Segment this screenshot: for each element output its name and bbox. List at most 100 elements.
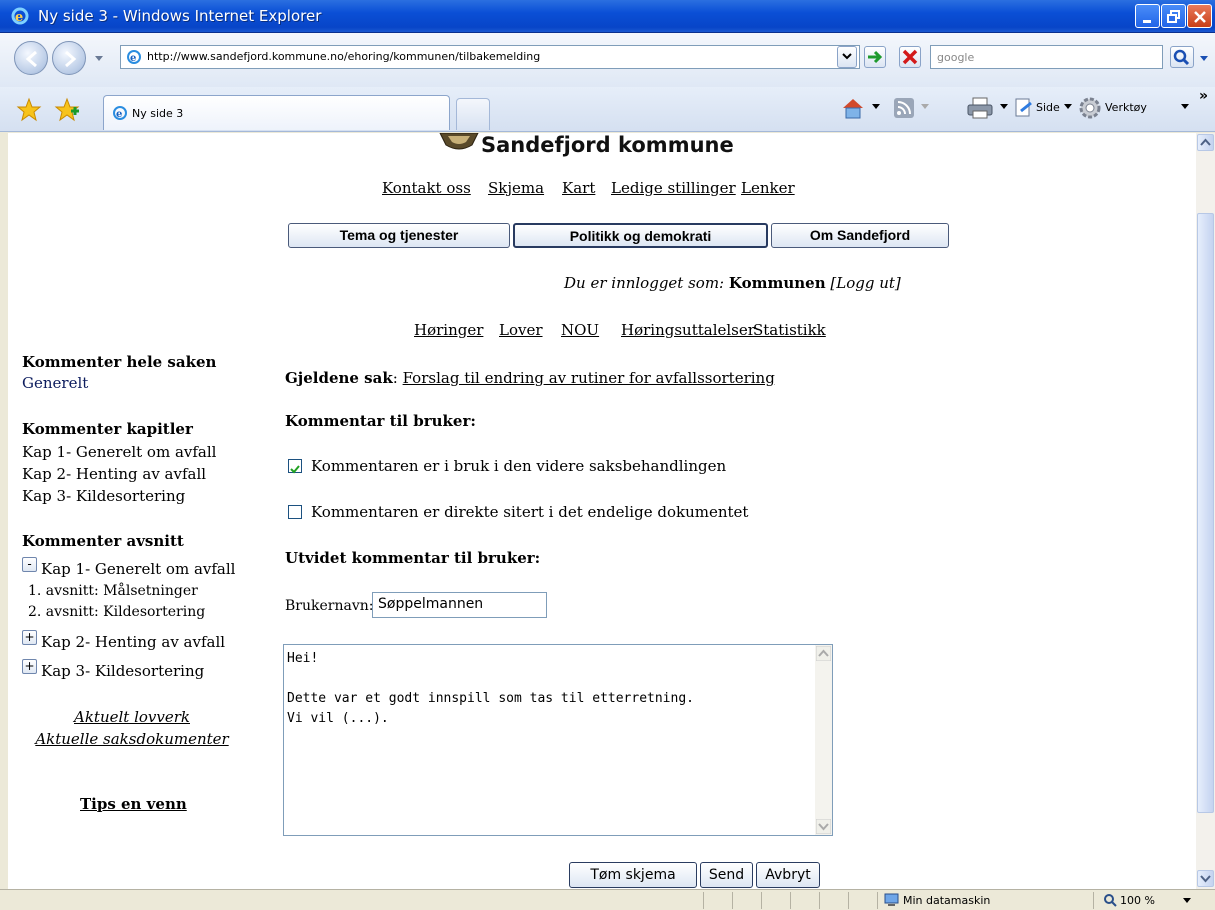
textarea-scrollbar[interactable] [815, 645, 832, 835]
clear-form-button[interactable]: Tøm skjema [569, 862, 697, 888]
page-menu-dropdown-icon[interactable] [1064, 104, 1072, 110]
status-divider [761, 892, 762, 909]
search-placeholder: google [937, 51, 975, 64]
tools-menu-label[interactable]: Verktøy [1105, 101, 1147, 114]
minimize-icon [1143, 20, 1151, 23]
arrow-left-icon [25, 50, 37, 68]
address-dropdown-button[interactable] [837, 46, 857, 68]
page-content: Sandefjord kommune Kontakt oss Skjema Ka… [8, 133, 1196, 889]
link-tips-en-venn[interactable]: Tips en venn [80, 795, 187, 813]
section-tree-kap2[interactable]: Kap 2- Henting av avfall [41, 633, 225, 651]
username-input[interactable]: Søppelmannen [372, 592, 547, 618]
scroll-up-icon [1200, 138, 1211, 146]
url-text[interactable]: http://www.sandefjord.kommune.no/ehoring… [147, 50, 540, 63]
title-bar[interactable]: e Ny side 3 - Windows Internet Explorer [0, 0, 1215, 33]
security-zone[interactable]: Min datamaskin [903, 894, 990, 907]
zoom-level[interactable]: 100 % [1120, 894, 1155, 907]
page-menu-icon[interactable] [1013, 96, 1035, 120]
home-icon[interactable] [840, 96, 866, 120]
page-scroll-up-button[interactable] [1197, 134, 1214, 151]
sidebar-item-generelt[interactable]: Generelt [22, 374, 88, 392]
link-statistikk[interactable]: Statistikk [753, 321, 826, 339]
link-aktuelle-saksdokumenter[interactable]: Aktuelle saksdokumenter [22, 730, 242, 748]
section-avsnitt-2[interactable]: 2. avsnitt: Kildesortering [28, 604, 205, 620]
section-tree-kap1[interactable]: Kap 1- Generelt om avfall [41, 560, 235, 578]
arrow-right-icon [65, 50, 77, 68]
sidebar-chapter-1[interactable]: Kap 1- Generelt om avfall [22, 443, 216, 461]
feeds-icon[interactable] [893, 97, 915, 119]
history-dropdown-icon[interactable] [94, 55, 104, 63]
stop-button[interactable] [899, 46, 921, 68]
page-menu-label[interactable]: Side [1036, 101, 1060, 114]
home-dropdown-icon[interactable] [872, 104, 880, 110]
link-skjema[interactable]: Skjema [488, 179, 544, 197]
checkbox-in-use[interactable] [288, 459, 302, 474]
search-options-icon[interactable] [1199, 55, 1209, 63]
section-avsnitt-1[interactable]: 1. avsnitt: Målsetninger [28, 583, 198, 599]
search-box[interactable]: google [930, 45, 1163, 69]
link-nou[interactable]: NOU [561, 321, 599, 339]
ie-logo-icon: e [11, 7, 29, 25]
print-dropdown-icon[interactable] [1000, 104, 1008, 110]
scroll-up-icon[interactable] [816, 646, 831, 661]
computer-icon [884, 893, 899, 906]
section-tree-kap3[interactable]: Kap 3- Kildesortering [41, 662, 204, 680]
go-button[interactable] [864, 46, 886, 68]
nav-politikk-og-demokrati[interactable]: Politikk og demokrati [513, 223, 768, 248]
restore-icon [1167, 10, 1180, 23]
comment-text[interactable]: Hei! Dette var et godt innspill som tas … [287, 649, 694, 729]
print-icon[interactable] [966, 96, 994, 120]
collapse-toggle-kap1[interactable]: - [22, 557, 37, 572]
tab-ny-side-3[interactable]: e Ny side 3 [103, 95, 450, 130]
link-horinger[interactable]: Høringer [414, 321, 483, 339]
login-prefix: Du er innlogget som: [564, 274, 725, 292]
link-ledige-stillinger[interactable]: Ledige stillinger [611, 179, 736, 197]
nav-tema-og-tjenester[interactable]: Tema og tjenester [288, 223, 510, 248]
svg-text:e: e [15, 10, 23, 25]
page-scroll-thumb[interactable] [1197, 213, 1214, 813]
link-aktuelt-lovverk[interactable]: Aktuelt lovverk [22, 708, 242, 726]
extended-comment-heading: Utvidet kommentar til bruker: [285, 549, 541, 567]
sidebar-chapter-3[interactable]: Kap 3- Kildesortering [22, 487, 185, 505]
status-divider [819, 892, 820, 909]
search-button[interactable] [1170, 46, 1194, 68]
sidebar-heading-comment-all: Kommenter hele saken [22, 353, 217, 371]
comment-textarea[interactable]: Hei! Dette var et godt innspill som tas … [283, 644, 833, 836]
username-label: Brukernavn: [285, 598, 374, 614]
link-lover[interactable]: Lover [499, 321, 543, 339]
back-button[interactable] [14, 41, 48, 75]
checkbox-quoted-label: Kommentaren er direkte sitert i det ende… [311, 503, 749, 521]
sidebar-chapter-2[interactable]: Kap 2- Henting av avfall [22, 465, 206, 483]
nav-om-sandefjord[interactable]: Om Sandefjord [771, 223, 949, 248]
page-scroll-down-button[interactable] [1197, 870, 1214, 887]
case-colon: : [392, 369, 398, 387]
case-title-link[interactable]: Forslag til endring av rutiner for avfal… [403, 369, 775, 387]
add-favorites-icon[interactable] [54, 97, 80, 123]
cancel-button[interactable]: Avbryt [756, 862, 820, 888]
send-button[interactable]: Send [700, 862, 753, 888]
link-kontakt-oss[interactable]: Kontakt oss [382, 179, 471, 197]
scroll-down-icon[interactable] [816, 819, 831, 834]
overflow-chevron-icon[interactable]: » [1199, 88, 1208, 104]
logout-link[interactable]: [Logg ut] [830, 274, 900, 292]
favorites-star-icon[interactable] [16, 97, 42, 123]
gear-icon[interactable] [1077, 95, 1103, 121]
close-window-button[interactable] [1187, 4, 1212, 28]
address-bar[interactable]: e http://www.sandefjord.kommune.no/ehori… [120, 45, 860, 69]
expand-toggle-kap3[interactable]: + [22, 659, 37, 674]
link-lenker[interactable]: Lenker [741, 179, 795, 197]
page-scrollbar[interactable] [1196, 133, 1215, 889]
checkbox-quoted[interactable] [288, 505, 302, 519]
new-tab-button[interactable] [456, 98, 490, 130]
link-horingsuttalelser[interactable]: Høringsuttalelser [621, 321, 755, 339]
login-status: Du er innlogget som: Kommunen [Logg ut] [564, 274, 901, 292]
forward-button[interactable] [52, 41, 86, 75]
expand-toggle-kap2[interactable]: + [22, 630, 37, 645]
minimize-button[interactable] [1135, 4, 1160, 28]
checkmark-icon [290, 465, 300, 474]
restore-button[interactable] [1161, 4, 1186, 28]
status-divider [848, 892, 849, 909]
zoom-dropdown-icon[interactable] [1183, 898, 1191, 904]
tools-dropdown-icon[interactable] [1181, 104, 1189, 110]
link-kart[interactable]: Kart [562, 179, 595, 197]
